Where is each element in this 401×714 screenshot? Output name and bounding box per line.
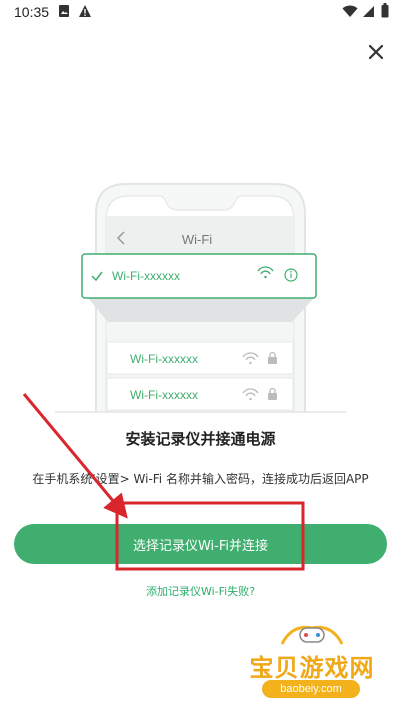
close-button[interactable] [362, 38, 390, 66]
warning-icon [79, 5, 91, 17]
page-title: 安装记录仪并接通电源 [125, 430, 276, 448]
watermark-url: baobeiy.com [262, 680, 360, 698]
screen-title: Wi-Fi [182, 232, 212, 247]
battery-icon [381, 3, 389, 18]
watermark-title: 宝贝游戏网 [249, 654, 375, 682]
phone-wifi-illustration: Wi-Fi Wi-Fi-xxxxxx Wi-Fi-xxxxxx Wi-Fi-xx… [55, 183, 346, 413]
signal-icon [363, 6, 374, 17]
connect-wifi-button[interactable]: 选择记录仪Wi-Fi并连接 [14, 524, 387, 564]
network-name: Wi-Fi-xxxxxx [130, 388, 198, 402]
wifi-icon [342, 5, 358, 17]
photo-icon [59, 5, 69, 17]
status-time: 10:35 [14, 4, 50, 20]
add-wifi-failed-link[interactable]: 添加记录仪Wi-Fi失败? [0, 583, 401, 599]
watermark-logo: 宝贝游戏网 baobeiy.com [232, 620, 392, 712]
close-icon [368, 44, 384, 60]
status-bar: 10:35 [0, 0, 401, 26]
network-name: Wi-Fi-xxxxxx [130, 352, 198, 366]
connect-wifi-button-label: 选择记录仪Wi-Fi并连接 [132, 538, 268, 554]
selected-network-name: Wi-Fi-xxxxxx [112, 269, 180, 283]
instruction-text: 在手机系统'设置> Wi-Fi 名称并输入密码，连接成功后返回APP [32, 472, 369, 486]
